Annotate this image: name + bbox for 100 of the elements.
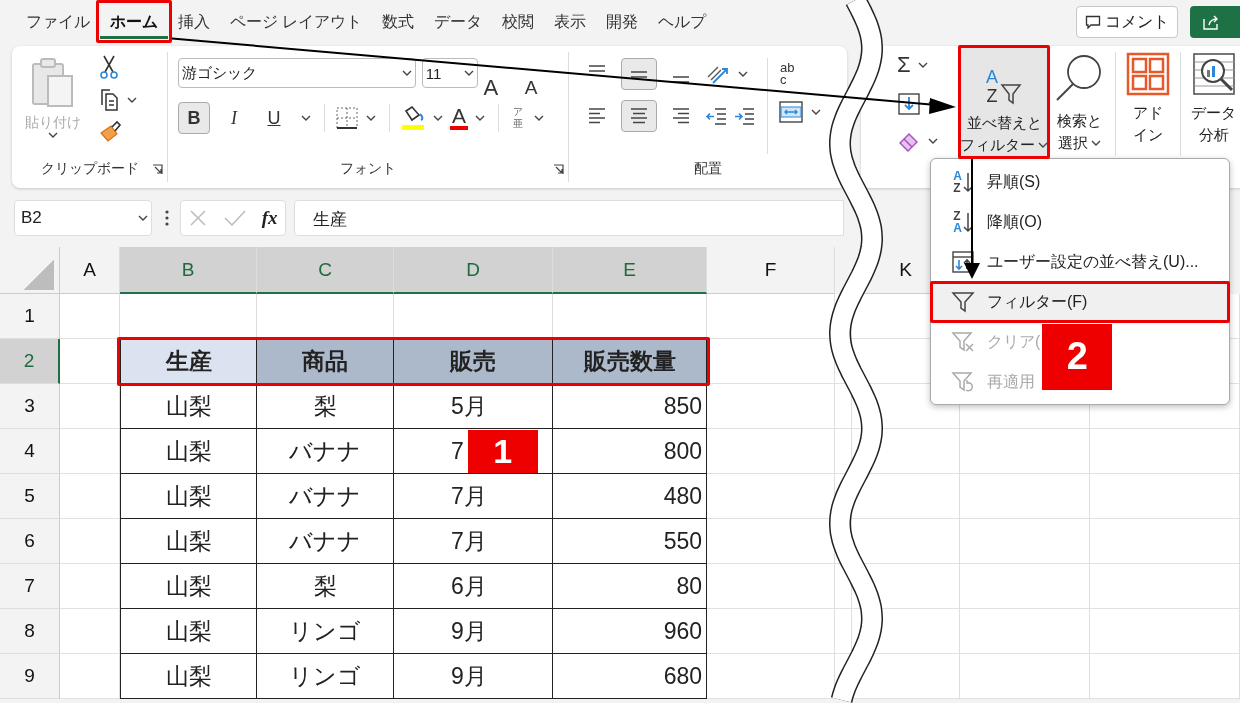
phonetic-button[interactable]: ア 亜 — [509, 106, 527, 130]
table-cell: 山梨 — [120, 384, 257, 429]
column-header[interactable]: F — [707, 247, 835, 294]
table-cell: 9月 — [394, 654, 553, 699]
name-box[interactable]: B2 — [14, 200, 152, 236]
align-button[interactable] — [621, 58, 657, 90]
table-cell: 販売数量 — [553, 339, 707, 384]
decrease-indent-icon[interactable] — [705, 105, 729, 127]
sort-filter-icon: A Z — [986, 54, 1022, 106]
scissors-icon[interactable] — [98, 54, 120, 80]
sort-filter-button[interactable]: A Z 並べ替えと フィルター — [961, 48, 1047, 156]
table-cell: 山梨 — [120, 564, 257, 609]
chevron-icon — [366, 115, 376, 121]
chevron-icon — [1038, 142, 1048, 149]
table-cell: 480 — [553, 474, 707, 519]
grow-font-button[interactable]: A — [481, 78, 519, 98]
align-middle-icon — [630, 70, 648, 78]
table-cell: 7月 — [394, 519, 553, 564]
borders-icon[interactable] — [335, 106, 359, 130]
autosum-button[interactable]: Σ — [897, 52, 911, 78]
grid-squares-icon — [1126, 52, 1170, 96]
column-header[interactable]: E — [553, 247, 707, 294]
font-style-button[interactable]: B — [178, 102, 210, 134]
table-cell: 680 — [553, 654, 707, 699]
chevron-icon — [127, 97, 137, 103]
chevron-icon — [534, 115, 544, 121]
row-header[interactable]: 2 — [0, 339, 60, 384]
format-painter-icon[interactable] — [98, 120, 122, 144]
dialog-launcher-icon[interactable] — [553, 164, 564, 175]
insert-function-button[interactable]: fx — [261, 207, 278, 229]
font-style-button[interactable]: U — [258, 102, 290, 134]
column-header[interactable]: A — [60, 247, 120, 294]
copy-icon[interactable] — [98, 88, 120, 112]
menu-item[interactable]: A Z 昇順(S) — [931, 162, 1043, 202]
more-options-icon[interactable] — [164, 209, 170, 227]
ribbon-tab[interactable]: 数式 — [372, 5, 425, 39]
wrap-text-button[interactable]: ab c — [778, 58, 797, 90]
funnel-icon — [1000, 82, 1022, 106]
chevron-icon — [401, 70, 412, 76]
table-cell: 850 — [553, 384, 707, 429]
ribbon-tab[interactable]: ヘルプ — [648, 5, 717, 39]
step-number: 1 — [467, 430, 538, 473]
chevron-icon — [738, 71, 748, 77]
chart-magnifier-icon — [1191, 52, 1236, 96]
find-select-button[interactable]: 検索と 選択 — [1049, 46, 1109, 154]
row-header[interactable]: 6 — [0, 519, 60, 564]
share-button[interactable] — [1190, 6, 1240, 38]
font-color-button[interactable]: A — [450, 106, 468, 130]
column-header[interactable]: C — [257, 247, 394, 294]
chevron-icon — [301, 115, 311, 121]
increase-indent-icon[interactable] — [733, 105, 757, 127]
share-icon — [1202, 14, 1220, 30]
table-cell: 生産 — [120, 339, 257, 384]
ribbon-tab[interactable]: 開発 — [596, 5, 649, 39]
menu-item[interactable]: Z A 降順(O) — [931, 202, 1045, 242]
add-ins-button[interactable]: アド イン — [1122, 46, 1174, 146]
row-header[interactable]: 3 — [0, 384, 60, 429]
funnel-icon — [951, 290, 975, 314]
sort-dialog-icon — [951, 250, 975, 274]
fill-down-icon[interactable] — [897, 92, 921, 116]
table-cell: バナナ — [257, 429, 394, 474]
row-header[interactable]: 7 — [0, 564, 60, 609]
row-header[interactable]: 4 — [0, 429, 60, 474]
align-left-icon — [588, 108, 606, 124]
formula-field[interactable]: 生産 — [294, 200, 844, 236]
step-number: 2 — [1042, 323, 1113, 390]
data-analysis-button[interactable]: データ 分析 — [1187, 46, 1240, 146]
shrink-font-button[interactable]: A — [522, 78, 560, 98]
font-name-field[interactable]: 游ゴシック — [178, 58, 416, 88]
row-header[interactable]: 8 — [0, 609, 60, 654]
font-size-field[interactable]: 11 — [421, 58, 478, 88]
ribbon-tab[interactable]: 校閲 — [492, 5, 545, 39]
align-right-icon — [672, 108, 690, 124]
table-cell: リンゴ — [257, 654, 394, 699]
fill-color-icon[interactable] — [400, 105, 426, 131]
column-header[interactable]: D — [394, 247, 553, 294]
comment-icon — [1085, 15, 1101, 29]
ribbon-tab[interactable]: ページ レイアウト — [220, 5, 373, 39]
ribbon-tab[interactable]: データ — [424, 5, 493, 39]
row-header[interactable]: 9 — [0, 654, 60, 699]
table-cell: 80 — [553, 564, 707, 609]
font-style-button[interactable]: I — [218, 102, 250, 134]
align-button[interactable] — [621, 100, 657, 132]
dialog-launcher-icon[interactable] — [152, 164, 163, 175]
group-label: クリップボード — [40, 160, 139, 178]
table-cell: 山梨 — [120, 429, 257, 474]
row-header[interactable]: 5 — [0, 474, 60, 519]
row-header[interactable]: 1 — [0, 294, 60, 339]
ribbon-tab[interactable]: ホーム — [100, 5, 168, 39]
merge-center-icon[interactable] — [778, 100, 804, 124]
column-header[interactable]: B — [120, 247, 257, 294]
ribbon-tab[interactable]: 表示 — [544, 5, 597, 39]
arrow-down-icon — [962, 171, 973, 193]
ribbon-tab[interactable]: 挿入 — [168, 5, 220, 39]
ribbon-tab[interactable]: ファイル — [16, 5, 100, 39]
chevron-icon — [1090, 140, 1101, 147]
comment-button[interactable]: コメント — [1076, 6, 1178, 38]
table-cell: 5月 — [394, 384, 553, 429]
sort-ascending-icon: A Z — [953, 170, 973, 194]
table-cell: 800 — [553, 429, 707, 474]
